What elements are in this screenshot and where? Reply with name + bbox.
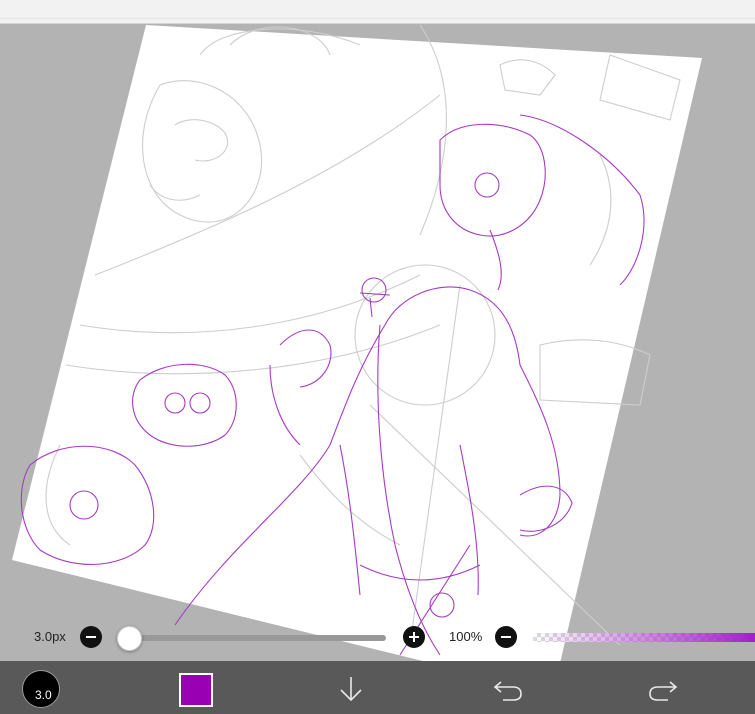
zoom-decrease-button[interactable] <box>495 626 517 648</box>
color-swatch-button[interactable] <box>179 673 213 707</box>
brush-size-increase-button[interactable] <box>403 626 425 648</box>
top-bar <box>0 0 755 24</box>
brush-size-decrease-button[interactable] <box>80 626 102 648</box>
drawing-canvas[interactable] <box>0 25 755 661</box>
brush-size-button-label: 3.0 <box>35 688 52 702</box>
brush-size-slider-thumb[interactable] <box>117 626 142 651</box>
opacity-slider[interactable] <box>533 633 755 642</box>
brush-size-slider[interactable] <box>128 635 386 641</box>
arrow-down-icon[interactable] <box>334 672 368 706</box>
bottom-toolbar <box>0 661 755 714</box>
undo-icon[interactable] <box>491 672 525 706</box>
zoom-level-label: 100% <box>449 629 483 644</box>
brush-size-button[interactable]: 3.0 <box>22 670 60 708</box>
redo-icon[interactable] <box>646 672 680 706</box>
artwork <box>12 25 702 661</box>
brush-size-label: 3.0px <box>34 629 66 644</box>
